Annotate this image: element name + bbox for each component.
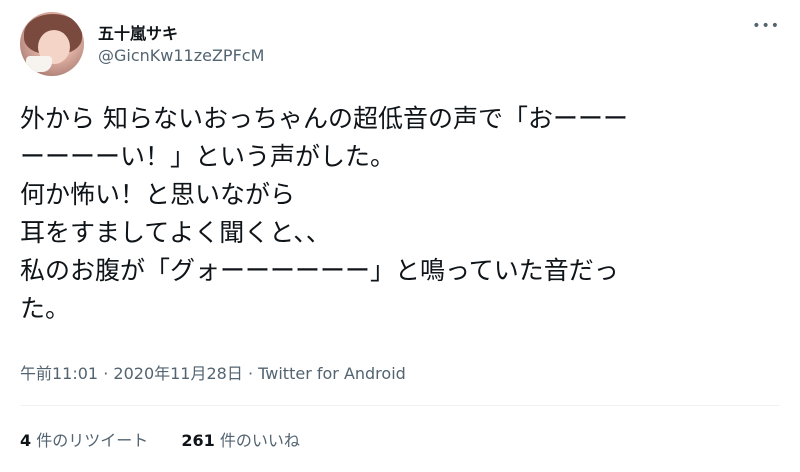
tweet-date[interactable]: 2020年11月28日 — [113, 364, 242, 383]
likes-stat[interactable]: 261 件のいいね — [181, 431, 300, 450]
retweets-label: 件のリツイート — [36, 431, 149, 450]
more-options-icon[interactable]: ••• — [752, 18, 780, 34]
meta-separator: · — [247, 364, 254, 383]
tweet-time[interactable]: 午前11:01 — [20, 364, 98, 383]
tweet-text: 外から 知らないおっちゃんの超低音の声で「おーーー ーーーーい！」という声がした… — [20, 104, 628, 323]
tweet-stats: 4 件のリツイート 261 件のいいね — [20, 427, 300, 451]
tweet-card: 五十嵐サキ @GicnKw11zeZPFcM ••• 外から 知らないおっちゃん… — [0, 0, 800, 472]
likes-count: 261 — [181, 431, 215, 450]
retweets-count: 4 — [20, 431, 32, 450]
divider — [20, 405, 780, 406]
retweets-stat[interactable]: 4 件のリツイート — [20, 431, 153, 450]
tweet-source[interactable]: Twitter for Android — [258, 364, 406, 383]
display-name[interactable]: 五十嵐サキ — [98, 20, 178, 44]
tweet-meta: 午前11:01 · 2020年11月28日 · Twitter for Andr… — [20, 360, 406, 384]
user-handle[interactable]: @GicnKw11zeZPFcM — [98, 46, 264, 65]
avatar-cup — [26, 56, 52, 72]
meta-separator: · — [103, 364, 109, 383]
likes-label: 件のいいね — [219, 431, 300, 450]
avatar[interactable] — [20, 12, 84, 76]
